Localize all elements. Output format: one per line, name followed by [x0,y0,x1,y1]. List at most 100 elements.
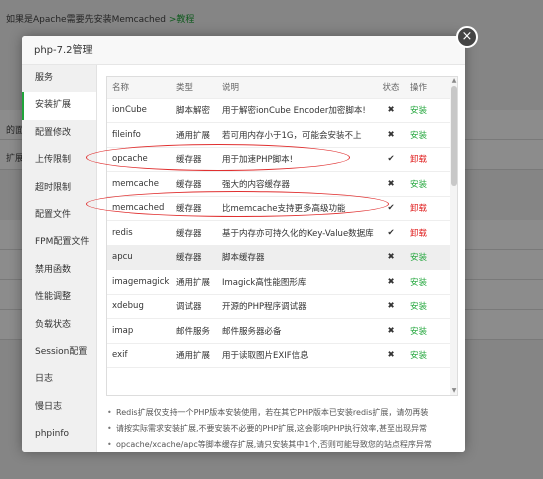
extension-type: 通用扩展 [171,269,217,295]
help-note: 请按实际需求安装扩展,不要安装不必要的PHP扩展,这会影响PHP执行效率,甚至出… [106,421,456,437]
column-header-status: 状态 [377,77,405,99]
extension-row: exif 通用扩展 用于读取图片EXIF信息 ✖ 安装 [107,343,450,368]
extension-name: ionCube [107,98,171,123]
extension-name: memcache [107,171,171,197]
column-header-name: 名称 [107,77,171,99]
extension-action-button[interactable]: 卸载 [405,220,450,246]
sidebar-item[interactable]: 安装扩展 [22,92,96,120]
extension-status-icon: ✔ [377,220,405,246]
extension-status-icon: ✖ [377,343,405,368]
help-note: Redis扩展仅支持一个PHP版本安装使用，若在其它PHP版本已安装redis扩… [106,405,456,421]
extension-status-icon: ✖ [377,171,405,197]
extension-action-button[interactable]: 卸载 [405,147,450,172]
scrollbar-thumb[interactable] [451,86,457,186]
extension-type: 缓存器 [171,171,217,197]
extension-row: imap 邮件服务 邮件服务器必备 ✖ 安装 [107,318,450,344]
extension-row: opcache 缓存器 用于加速PHP脚本! ✔ 卸载 [107,147,450,172]
extension-name: memcached [107,196,171,221]
sidebar-item[interactable]: 超时限制 [22,175,96,202]
column-header-description: 说明 [217,77,377,99]
extension-name: imap [107,318,171,344]
extension-row: ionCube 脚本解密 用于解密ionCube Encoder加密脚本! ✖ 安装 [107,98,450,123]
extension-description: 基于内存亦可持久化的Key-Value数据库 [217,220,377,246]
extension-description: 开源的PHP程序调试器 [217,294,377,319]
extension-type: 缓存器 [171,196,217,221]
help-notes: Redis扩展仅支持一个PHP版本安装使用，若在其它PHP版本已安装redis扩… [106,405,456,452]
extension-action-button[interactable]: 安装 [405,245,450,270]
sidebar-item[interactable]: Session配置 [22,339,96,366]
extension-status-icon: ✖ [377,122,405,148]
extension-status-icon: ✖ [377,269,405,295]
extension-description: 用于读取图片EXIF信息 [217,343,377,368]
extension-description: 比memcache支持更多高级功能 [217,196,377,221]
extension-type: 缓存器 [171,147,217,172]
extension-row: memcached 缓存器 比memcache支持更多高级功能 ✔ 卸载 [107,196,450,221]
extension-name: apcu [107,245,171,270]
sidebar-item[interactable]: 禁用函数 [22,257,96,284]
sidebar-item[interactable]: FPM配置文件 [22,229,96,256]
extension-row: apcu 缓存器 脚本缓存器 ✖ 安装 [107,245,450,270]
close-dialog-button[interactable]: × [456,26,478,48]
extension-row: redis 缓存器 基于内存亦可持久化的Key-Value数据库 ✔ 卸载 [107,220,450,246]
extension-description: Imagick高性能图形库 [217,269,377,295]
extension-name: imagemagick [107,269,171,295]
sidebar-item[interactable]: 服务 [22,65,96,92]
extension-status-icon: ✔ [377,196,405,221]
sidebar-item[interactable]: 配置文件 [22,202,96,229]
table-header-row: 名称 类型 说明 状态 操作 [107,77,450,99]
extension-description: 用于解密ionCube Encoder加密脚本! [217,98,377,123]
extensions-table: 名称 类型 说明 状态 操作 ionCube 脚本解密 用于解密ionCube En… [107,77,450,368]
extension-action-button[interactable]: 卸载 [405,196,450,221]
extension-type: 邮件服务 [171,318,217,344]
extension-name: fileinfo [107,122,171,148]
sidebar-item[interactable]: 负载状态 [22,312,96,339]
extension-description: 用于加速PHP脚本! [217,147,377,172]
dialog-sidebar: 服务 安装扩展 配置修改 上传限制 超时限制 配置文件 FPM配置文件 禁用函数 性能调整 负载状… [22,65,97,452]
extension-description: 邮件服务器必备 [217,318,377,344]
extension-description: 脚本缓存器 [217,245,377,270]
sidebar-item[interactable]: phpinfo [22,421,96,448]
extension-row: imagemagick 通用扩展 Imagick高性能图形库 ✖ 安装 [107,269,450,295]
scroll-down-arrow-icon[interactable]: ▼ [450,387,457,395]
sidebar-item[interactable]: 配置修改 [22,120,96,147]
extension-type: 缓存器 [171,220,217,246]
extension-action-button[interactable]: 安装 [405,269,450,295]
extension-status-icon: ✖ [377,294,405,319]
extension-type: 缓存器 [171,245,217,270]
extension-name: exif [107,343,171,368]
sidebar-item[interactable]: 日志 [22,366,96,393]
extension-status-icon: ✔ [377,147,405,172]
extension-name: redis [107,220,171,246]
extension-description: 强大的内容缓存器 [217,171,377,197]
extension-type: 调试器 [171,294,217,319]
php-manager-dialog: php-7.2管理 服务 安装扩展 配置修改 上传限制 超时限制 配置文件 FPM配置文件禁… [22,36,465,452]
extension-status-icon: ✖ [377,98,405,123]
sidebar-item[interactable]: 性能调整 [22,284,96,311]
extension-name: opcache [107,147,171,172]
dialog-title: php-7.2管理 [22,36,465,65]
help-note: opcache/xcache/apc等脚本缓存扩展,请只安装其中1个,否则可能导… [106,437,456,452]
extension-action-button[interactable]: 安装 [405,122,450,148]
sidebar-item[interactable]: 慢日志 [22,394,96,421]
extensions-panel: 名称 类型 说明 状态 操作 ionCube 脚本解密 用于解密ionCube En… [97,65,465,452]
column-header-type: 类型 [171,77,217,99]
extension-row: xdebug 调试器 开源的PHP程序调试器 ✖ 安装 [107,294,450,319]
extension-row: memcache 缓存器 强大的内容缓存器 ✖ 安装 [107,171,450,197]
extensions-table-container: 名称 类型 说明 状态 操作 ionCube 脚本解密 用于解密ionCube En… [106,76,458,396]
extension-type: 通用扩展 [171,122,217,148]
extension-type: 通用扩展 [171,343,217,368]
extension-status-icon: ✖ [377,318,405,344]
extension-row: fileinfo 通用扩展 若可用内存小于1G，可能会安装不上 ✖ 安装 [107,122,450,148]
extension-action-button[interactable]: 安装 [405,343,450,368]
sidebar-item[interactable]: 上传限制 [22,147,96,174]
extension-action-button[interactable]: 安装 [405,98,450,123]
extension-type: 脚本解密 [171,98,217,123]
table-scrollbar[interactable]: ▲ ▼ [450,77,457,395]
column-header-operation: 操作 [405,77,450,99]
scroll-up-arrow-icon[interactable]: ▲ [450,77,457,85]
extension-action-button[interactable]: 安装 [405,171,450,197]
extension-action-button[interactable]: 安装 [405,318,450,344]
extension-description: 若可用内存小于1G，可能会安装不上 [217,122,377,148]
extension-name: xdebug [107,294,171,319]
extension-action-button[interactable]: 安装 [405,294,450,319]
